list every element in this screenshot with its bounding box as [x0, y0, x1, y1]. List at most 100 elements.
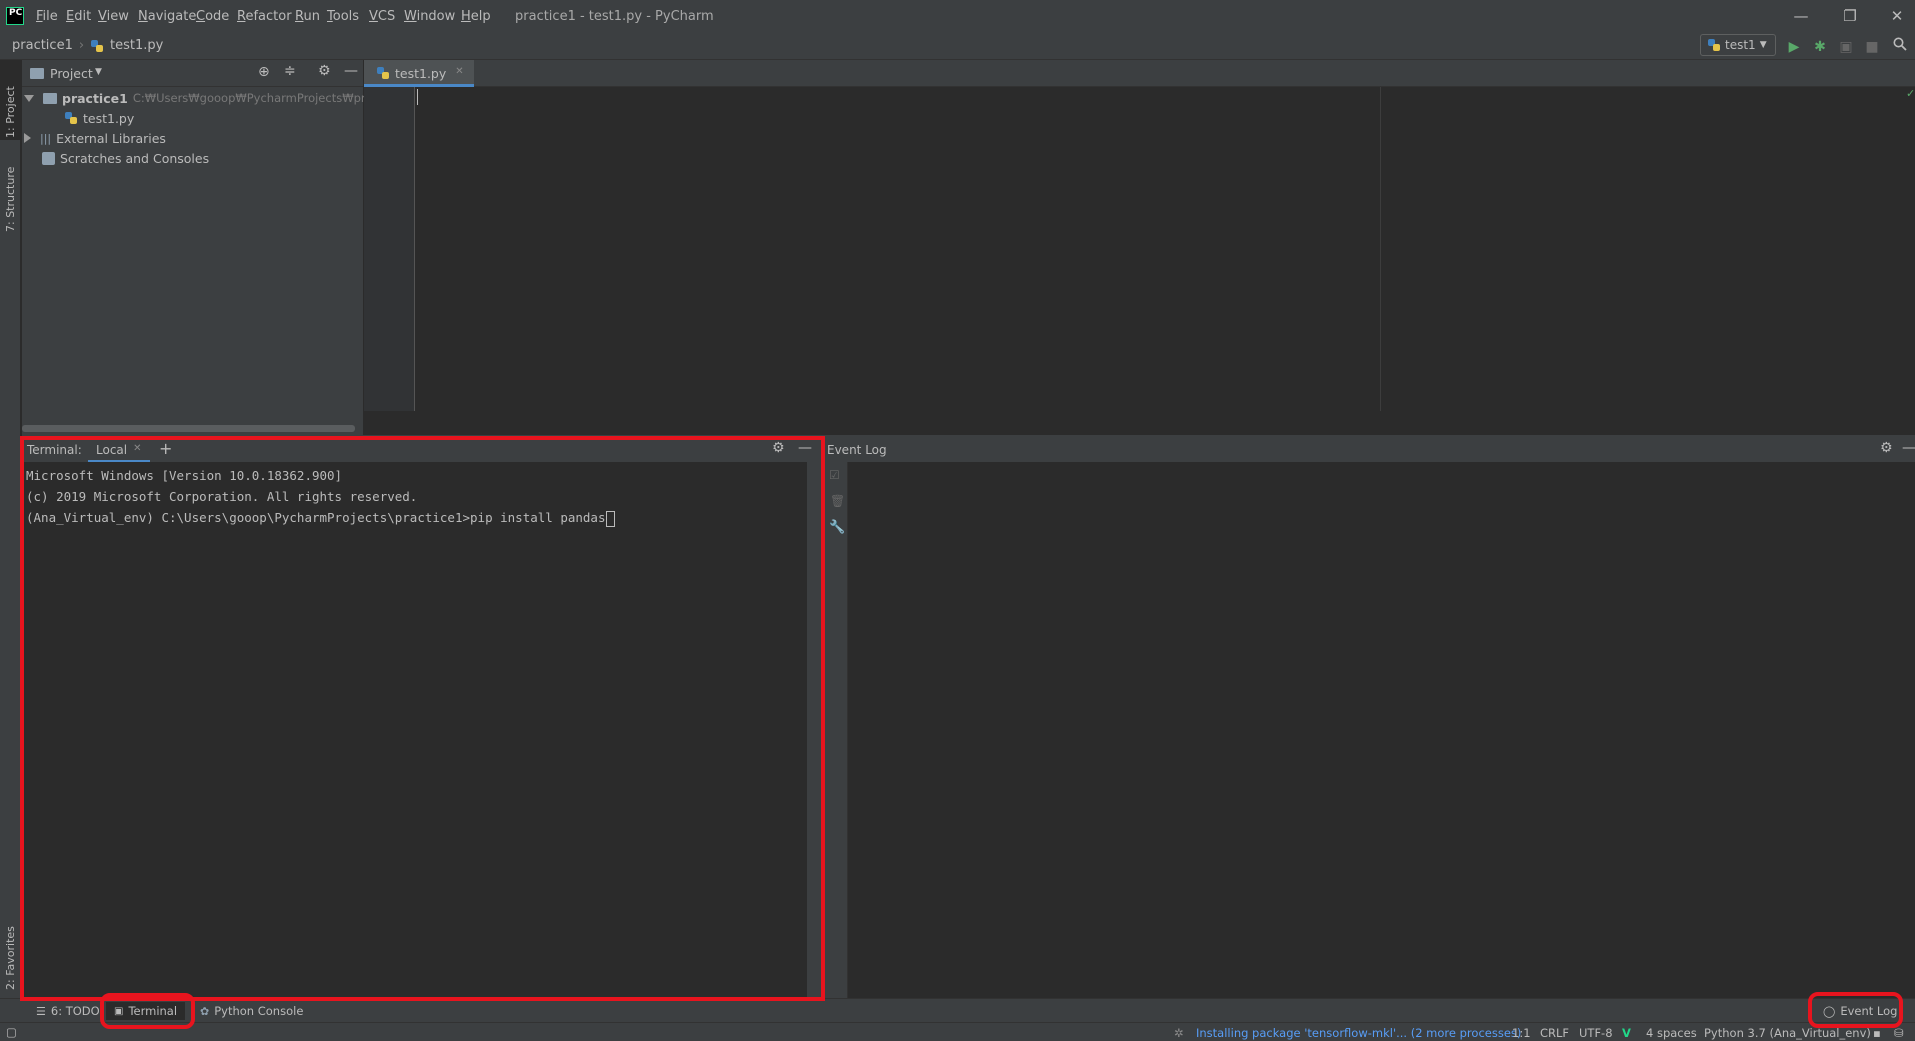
menu-refactor[interactable]: Refactor [237, 9, 292, 24]
library-icon: ||| [40, 131, 52, 145]
toggle-tool-windows-icon[interactable]: ▢ [6, 1025, 17, 1039]
trash-icon[interactable]: 🗑 [830, 494, 845, 508]
chevron-down-icon: ▼ [1759, 40, 1767, 50]
folder-icon [43, 92, 57, 104]
bottom-tool-stripe: ☰ 6: TODO ▣ Terminal ✿ Python Console ◯ … [0, 998, 1915, 1022]
file-encoding[interactable]: UTF-8 [1579, 1026, 1613, 1040]
menu-tools[interactable]: Tools [327, 9, 359, 24]
python-file-icon [376, 66, 390, 80]
terminal-highlight-box [20, 436, 825, 1001]
background-task-status[interactable]: Installing package 'tensorflow-mkl'... (… [1196, 1026, 1521, 1040]
run-icon[interactable]: ▶ [1784, 37, 1804, 57]
close-window-button[interactable]: ✕ [1883, 6, 1911, 26]
restore-button[interactable]: ❐ [1836, 6, 1864, 26]
code-editor[interactable]: ✓ [364, 87, 1915, 435]
close-tab-icon[interactable]: ✕ [455, 66, 463, 84]
tool-tab-favorites[interactable]: 2: Favorites [4, 910, 17, 990]
menu-view[interactable]: View [98, 9, 129, 24]
tool-tab-structure[interactable]: 7: Structure [4, 152, 17, 232]
menu-help[interactable]: Help [461, 9, 491, 24]
lock-icon[interactable]: ▪ [1873, 1026, 1881, 1040]
tree-item-label: External Libraries [56, 130, 166, 146]
mark-read-icon[interactable]: ☑ [829, 468, 840, 482]
event-log-content [848, 462, 1915, 1000]
editor-tab-test1[interactable]: test1.py ✕ [364, 60, 474, 87]
python-file-icon [1707, 38, 1721, 52]
run-config-select[interactable]: test1 ▼ [1700, 34, 1776, 56]
menu-code[interactable]: Code [196, 9, 229, 24]
progress-spinner-icon: ✲ [1174, 1026, 1184, 1040]
tree-item-label: test1.py [83, 110, 135, 126]
tool-tab-label: 6: TODO [50, 1004, 100, 1018]
terminal-tab-highlight [100, 993, 195, 1029]
project-panel-header: Project ▼ ⊕ ≑ ⚙ — [22, 60, 363, 87]
project-view-label[interactable]: Project [50, 66, 93, 81]
menu-run[interactable]: Run [295, 9, 320, 24]
vcs-icon[interactable]: V [1622, 1026, 1631, 1040]
breadcrumb-separator-icon: › [78, 38, 85, 53]
collapse-all-icon[interactable]: ≑ [284, 63, 296, 79]
hide-icon[interactable]: — [344, 63, 358, 79]
right-margin-guide [1380, 87, 1381, 411]
tree-root-label: practice1 [62, 90, 128, 106]
python-console-icon: ✿ [200, 1004, 210, 1018]
editor-tab-label: test1.py [395, 66, 447, 81]
breadcrumb-file[interactable]: test1.py [110, 38, 163, 53]
breadcrumb: practice1 › test1.py [12, 38, 163, 53]
indent-setting[interactable]: 4 spaces [1646, 1026, 1697, 1040]
tree-item-external-libraries[interactable]: ||| External Libraries [24, 128, 166, 148]
gear-icon[interactable]: ⚙ [318, 63, 331, 79]
scratches-icon [42, 151, 55, 165]
editor-caret [417, 89, 418, 105]
menu-file[interactable]: File [36, 9, 58, 24]
chevron-down-icon[interactable]: ▼ [95, 67, 102, 77]
tree-item-test1-py[interactable]: test1.py [64, 108, 134, 128]
tool-tab-project[interactable]: 1: Project [4, 68, 17, 138]
menu-vcs[interactable]: VCS [369, 9, 395, 24]
event-log-panel: Event Log ⚙ — ☑ 🗑 🔧 [824, 437, 1915, 1000]
line-separator[interactable]: CRLF [1540, 1026, 1569, 1040]
editor-tab-bar: test1.py ✕ [364, 60, 1915, 87]
tree-item-scratches[interactable]: Scratches and Consoles [42, 148, 209, 168]
stop-icon[interactable]: ■ [1862, 37, 1882, 57]
expand-arrow-icon[interactable] [24, 94, 34, 102]
tool-tab-todo[interactable]: ☰ 6: TODO [28, 1002, 108, 1020]
menu-window[interactable]: Window [404, 9, 455, 24]
tree-item-label: Scratches and Consoles [60, 150, 210, 166]
python-file-icon [64, 111, 78, 125]
python-file-icon [90, 39, 104, 53]
project-view-icon [30, 68, 44, 79]
debug-icon[interactable]: ✱ [1810, 37, 1830, 57]
minimize-button[interactable]: — [1787, 6, 1815, 26]
todo-icon: ☰ [36, 1004, 46, 1018]
left-tool-stripe: 1: Project 7: Structure 2: Favorites [0, 60, 21, 1011]
pycharm-logo-icon: PC [6, 7, 24, 25]
horizontal-scrollbar[interactable] [22, 425, 355, 432]
inspection-ok-icon[interactable]: ✓ [1906, 87, 1915, 100]
window-title: practice1 - test1.py - PyCharm [515, 9, 714, 24]
wrench-icon[interactable]: 🔧 [829, 520, 845, 535]
expand-arrow-icon[interactable] [24, 133, 31, 143]
event-log-title: Event Log [827, 443, 887, 457]
memory-indicator-icon[interactable]: ⛁ [1894, 1026, 1904, 1040]
menu-navigate[interactable]: Navigate [138, 9, 196, 24]
gear-icon[interactable]: ⚙ [1880, 440, 1893, 456]
locate-icon[interactable]: ⊕ [258, 64, 270, 80]
run-config-label: test1 [1725, 38, 1756, 52]
menu-edit[interactable]: Edit [66, 9, 91, 24]
tree-root-practice1[interactable]: practice1 C:₩Users₩gooop₩PycharmProjects… [24, 88, 400, 108]
coverage-icon[interactable]: ▣ [1836, 37, 1856, 57]
tool-tab-label: Python Console [214, 1004, 304, 1018]
caret-position[interactable]: 1:1 [1512, 1026, 1531, 1040]
event-log-tab-highlight [1808, 992, 1903, 1028]
python-interpreter[interactable]: Python 3.7 (Ana_Virtual_env) [1704, 1026, 1871, 1040]
tree-root-path: C:₩Users₩gooop₩PycharmProjects₩practice [132, 91, 401, 105]
breadcrumb-project[interactable]: practice1 [12, 38, 73, 53]
editor-gutter [364, 87, 415, 411]
hide-icon[interactable]: — [1902, 440, 1915, 456]
project-panel: Project ▼ ⊕ ≑ ⚙ — practice1 C:₩Users₩goo… [22, 60, 400, 435]
tool-tab-python-console[interactable]: ✿ Python Console [192, 1002, 311, 1020]
navigation-bar: practice1 › test1.py test1 ▼ ▶ ✱ ▣ ■ [0, 33, 1915, 60]
search-icon[interactable] [1890, 37, 1910, 57]
title-bar: PC File Edit View Navigate Code Refactor… [0, 0, 1915, 33]
